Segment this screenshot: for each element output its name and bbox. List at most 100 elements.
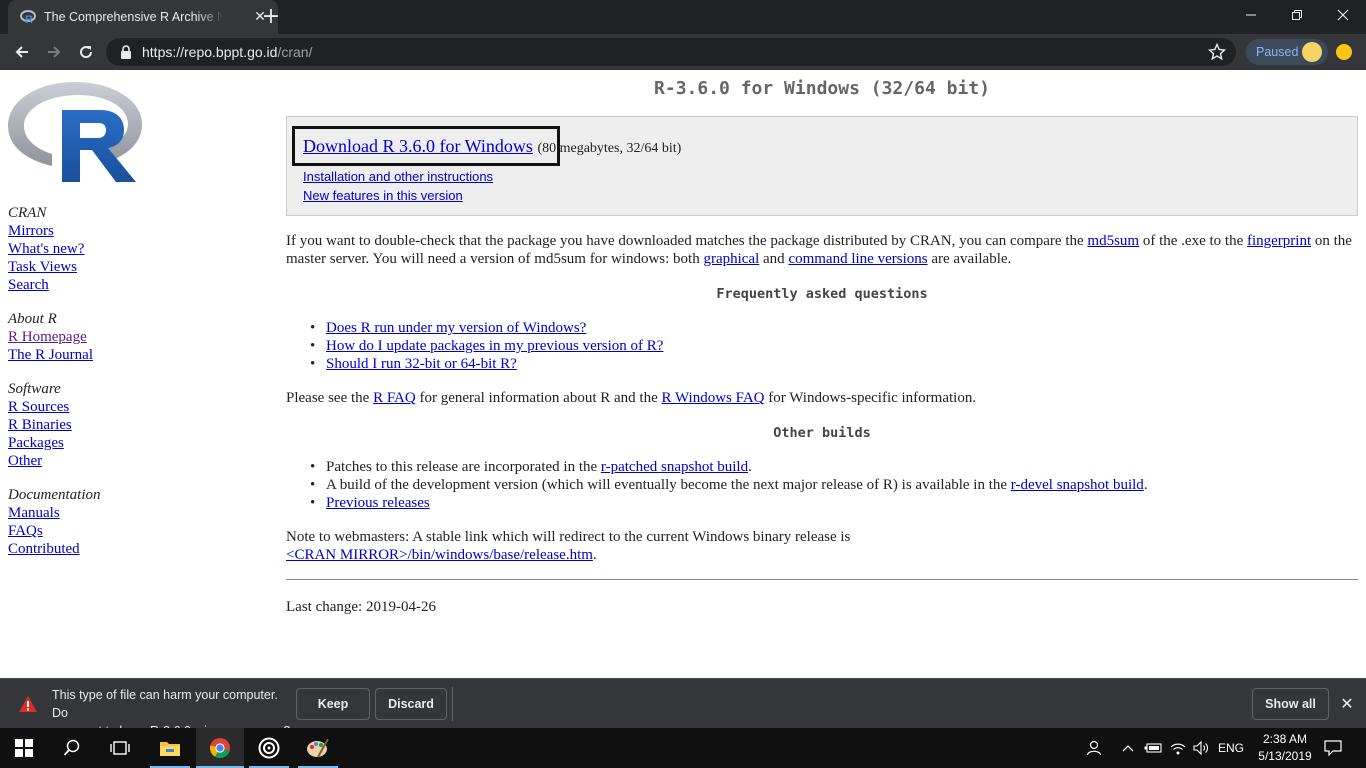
back-button[interactable] [8, 38, 36, 66]
people-button[interactable] [1082, 728, 1106, 768]
keep-button[interactable]: Keep [296, 688, 370, 720]
clock-date: 5/13/2019 [1258, 749, 1312, 763]
sidebar-link-contributed[interactable]: Contributed [8, 540, 258, 558]
sidebar-link-search[interactable]: Search [8, 276, 258, 294]
faq-list: Does R run under my version of Windows? … [310, 319, 663, 373]
installation-instructions-link[interactable]: Installation and other instructions [303, 168, 493, 186]
close-download-bar-icon[interactable]: ✕ [1338, 695, 1356, 713]
media-app-button[interactable] [245, 728, 293, 768]
download-r-link[interactable]: Download R 3.6.0 for Windows [303, 136, 533, 156]
page-title: R-3.6.0 for Windows (32/64 bit) [654, 78, 990, 99]
clock[interactable]: 2:38 AM 5/13/2019 [1250, 731, 1320, 765]
list-item: A build of the development version (whic… [310, 476, 1148, 494]
sidebar: CRAN Mirrors What's new? Task Views Sear… [8, 204, 258, 574]
file-explorer-button[interactable] [146, 728, 194, 768]
palette-icon [307, 738, 329, 758]
list-item: Should I run 32-bit or 64-bit R? [310, 355, 663, 373]
md5sum-link[interactable]: md5sum [1087, 233, 1139, 249]
sidebar-link-faqs[interactable]: FAQs [8, 522, 258, 540]
minimize-icon [1246, 14, 1256, 16]
url-text: https://repo.bppt.go.id/cran/ [142, 44, 313, 60]
sidebar-heading: About R [8, 311, 57, 327]
faq-link-32-64-bit[interactable]: Should I run 32-bit or 64-bit R? [326, 356, 517, 372]
disc-icon [258, 737, 280, 759]
input-language-button[interactable]: ENG [1214, 728, 1248, 768]
show-all-button[interactable]: Show all [1252, 688, 1329, 720]
restore-button[interactable] [1274, 0, 1320, 30]
sidebar-heading: Documentation [8, 487, 101, 503]
sidebar-link-r-journal[interactable]: The R Journal [8, 346, 258, 364]
browser-tab[interactable]: R The Comprehensive R Archive Network ✕ [8, 0, 278, 34]
sidebar-link-r-sources[interactable]: R Sources [8, 398, 258, 416]
list-item: Previous releases [310, 494, 1148, 512]
sidebar-link-task-views[interactable]: Task Views [8, 258, 258, 276]
r-patched-link[interactable]: r-patched snapshot build [601, 459, 748, 475]
sidebar-heading: Software [8, 381, 61, 397]
builds-list: Patches to this release are incorporated… [310, 458, 1148, 512]
r-devel-link[interactable]: r-devel snapshot build [1011, 477, 1144, 493]
bookmark-star-icon[interactable] [1208, 43, 1226, 61]
other-builds-heading: Other builds [773, 425, 871, 441]
chrome-taskbar-button[interactable] [196, 728, 244, 768]
fingerprint-link[interactable]: fingerprint [1247, 233, 1311, 249]
paint-app-button[interactable] [294, 728, 342, 768]
faq-paragraph: Please see the R FAQ for general informa… [286, 390, 977, 406]
command-line-versions-link[interactable]: command line versions [788, 251, 927, 267]
chevron-up-icon [1122, 745, 1134, 752]
previous-releases-link[interactable]: Previous releases [326, 495, 430, 511]
sidebar-group-about: About R R Homepage The R Journal [8, 310, 258, 364]
svg-text:R: R [25, 14, 33, 25]
reload-icon [80, 46, 93, 59]
clock-time: 2:38 AM [1262, 732, 1308, 746]
r-logo [8, 82, 142, 182]
minimize-button[interactable] [1228, 0, 1274, 30]
extension-icon[interactable] [1336, 44, 1352, 60]
start-button[interactable] [0, 728, 48, 768]
page-content: CRAN Mirrors What's new? Task Views Sear… [0, 70, 1366, 678]
folder-icon [160, 742, 180, 756]
speaker-icon [1193, 741, 1208, 755]
lock-icon[interactable] [120, 45, 132, 59]
discard-button[interactable]: Discard [375, 688, 447, 720]
search-button[interactable] [48, 728, 96, 768]
sidebar-link-other[interactable]: Other [8, 452, 258, 470]
release-htm-link[interactable]: <CRAN MIRROR>/bin/windows/base/release.h… [286, 547, 593, 563]
address-bar[interactable]: https://repo.bppt.go.id/cran/ [106, 38, 1236, 66]
sidebar-group-cran: CRAN Mirrors What's new? Task Views Sear… [8, 204, 258, 294]
download-line: Download R 3.6.0 for Windows (80 megabyt… [303, 137, 681, 158]
battery-button[interactable] [1142, 728, 1164, 768]
volume-button[interactable] [1190, 728, 1212, 768]
action-center-button[interactable] [1320, 728, 1346, 768]
sidebar-link-r-binaries[interactable]: R Binaries [8, 416, 258, 434]
profile-paused-button[interactable]: Paused [1246, 39, 1328, 65]
paused-label: Paused [1256, 45, 1299, 59]
wifi-button[interactable] [1168, 728, 1188, 768]
warning-icon [19, 696, 37, 712]
download-bar: This type of file can harm your computer… [0, 678, 1366, 738]
last-change: Last change: 2019-04-26 [286, 599, 436, 615]
task-view-button[interactable] [96, 728, 144, 768]
search-icon [63, 739, 80, 756]
sidebar-link-whats-new[interactable]: What's new? [8, 240, 258, 258]
close-window-button[interactable] [1320, 0, 1366, 30]
faq-link-windows-version[interactable]: Does R run under my version of Windows? [326, 320, 586, 336]
sidebar-link-manuals[interactable]: Manuals [8, 504, 258, 522]
faq-link-update-packages[interactable]: How do I update packages in my previous … [326, 338, 663, 354]
graphical-link[interactable]: graphical [703, 251, 759, 267]
sidebar-link-mirrors[interactable]: Mirrors [8, 222, 258, 240]
new-tab-button[interactable]: + [258, 4, 284, 30]
reload-button[interactable] [72, 38, 100, 66]
sidebar-link-r-homepage[interactable]: R Homepage [8, 328, 258, 346]
new-features-link[interactable]: New features in this version [303, 187, 463, 205]
r-windows-faq-link[interactable]: R Windows FAQ [661, 390, 764, 406]
download-size: (80 megabytes, 32/64 bit) [537, 141, 682, 156]
list-item: Patches to this release are incorporated… [310, 458, 1148, 476]
sidebar-heading: CRAN [8, 205, 47, 221]
sidebar-link-packages[interactable]: Packages [8, 434, 258, 452]
divider [286, 579, 1358, 580]
battery-icon [1144, 743, 1162, 753]
r-faq-link[interactable]: R FAQ [373, 390, 416, 406]
notification-icon [1324, 740, 1342, 756]
show-hidden-icons-button[interactable] [1118, 728, 1138, 768]
forward-button[interactable] [40, 38, 68, 66]
